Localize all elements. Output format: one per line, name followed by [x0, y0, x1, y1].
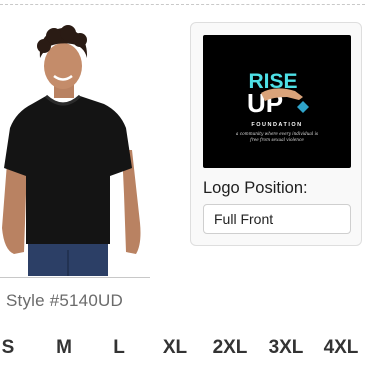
logo-tagline-2: free from sexual violence	[249, 137, 304, 142]
logo-tagline-1: a community where every individual is	[236, 131, 318, 136]
size-option-3xl[interactable]: 3XL	[269, 337, 304, 359]
size-option-2xl[interactable]: 2XL	[213, 337, 248, 359]
logo-card: RISE UP FOUNDATION a community where eve…	[190, 22, 362, 246]
rise-up-logo: RISE UP FOUNDATION a community where eve…	[236, 70, 318, 142]
size-option-m[interactable]: M	[56, 337, 72, 359]
logo-preview[interactable]: RISE UP FOUNDATION a community where eve…	[203, 35, 351, 168]
top-divider	[0, 4, 365, 5]
size-option-4xl[interactable]: 4XL	[324, 337, 359, 359]
model-tshirt-image	[2, 25, 141, 276]
logo-position-select[interactable]: Full Front	[203, 204, 351, 234]
size-option-s[interactable]: S	[2, 337, 15, 359]
product-photo[interactable]	[0, 18, 150, 276]
logo-brand-sub: FOUNDATION	[251, 122, 302, 128]
size-option-l[interactable]: L	[113, 337, 125, 359]
style-number: Style #5140UD	[6, 291, 123, 310]
size-options: S M L XL 2XL 3XL 4XL	[0, 337, 365, 361]
logo-position-value: Full Front	[214, 211, 274, 227]
logo-position-label: Logo Position:	[203, 179, 308, 197]
butterfly-icon	[297, 101, 309, 113]
size-option-xl[interactable]: XL	[163, 337, 187, 359]
image-divider	[0, 277, 150, 278]
